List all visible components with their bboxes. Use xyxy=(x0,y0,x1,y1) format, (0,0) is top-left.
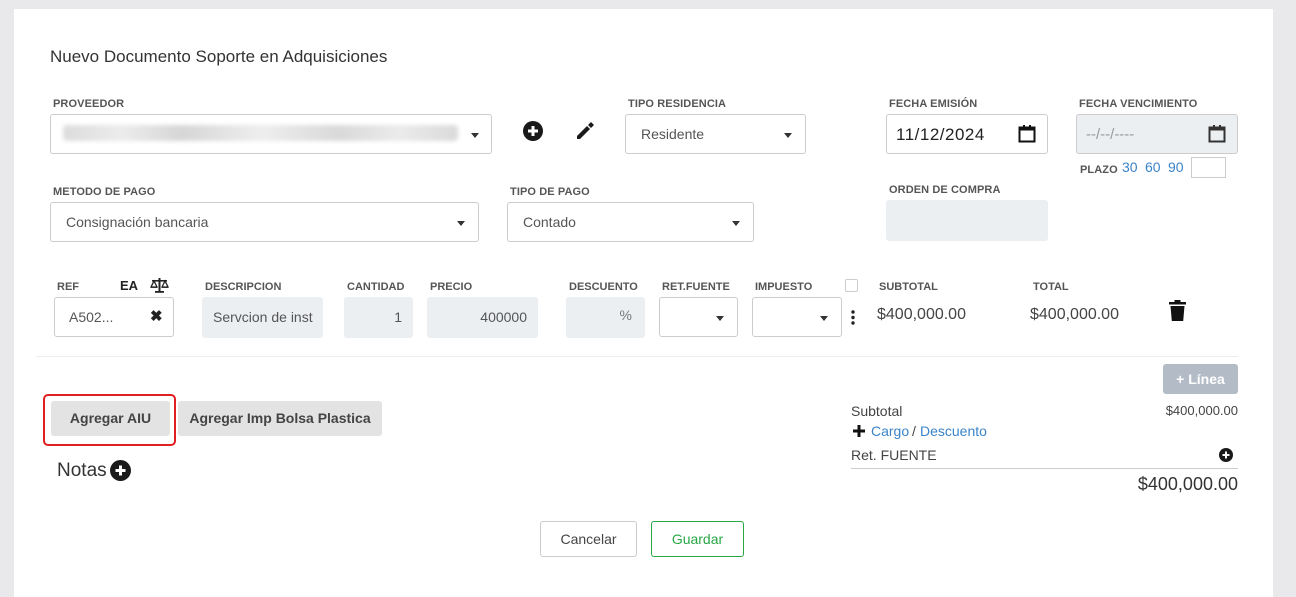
chevron-down-icon xyxy=(457,221,465,226)
summary-ret-fuente-label: Ret. FUENTE xyxy=(851,447,937,463)
metodo-pago-label: METODO DE PAGO xyxy=(53,186,156,198)
add-proveedor-icon[interactable] xyxy=(522,120,544,142)
cargo-link[interactable]: Cargo xyxy=(871,423,909,439)
chevron-down-icon xyxy=(471,133,479,138)
tipo-residencia-value: Residente xyxy=(641,126,705,142)
agregar-bolsa-button[interactable]: Agregar Imp Bolsa Plastica xyxy=(178,401,382,436)
row-divider xyxy=(36,356,1238,357)
agregar-aiu-button[interactable]: Agregar AIU xyxy=(51,401,170,436)
proveedor-value-redacted xyxy=(63,125,458,141)
fecha-emision-label: FECHA EMISIÓN xyxy=(889,98,978,110)
metodo-pago-select[interactable]: Consignación bancaria xyxy=(50,202,479,242)
tipo-pago-select[interactable]: Contado xyxy=(507,202,754,242)
line-descripcion-input[interactable]: Servcion de inst xyxy=(202,297,323,338)
line-cantidad-value: 1 xyxy=(394,309,402,325)
plazo-60-link[interactable]: 60 xyxy=(1145,159,1161,175)
plazo-label: PLAZO xyxy=(1080,164,1118,176)
proveedor-label: PROVEEDOR xyxy=(53,98,125,110)
cargo-descuento-separator: / xyxy=(912,423,916,439)
col-precio: PRECIO xyxy=(430,281,473,293)
scale-balance-icon[interactable] xyxy=(149,277,170,298)
plazo-days-input[interactable] xyxy=(1191,157,1226,178)
fecha-emision-value: 11/12/2024 xyxy=(896,125,985,144)
col-subtotal: SUBTOTAL xyxy=(879,281,938,293)
fecha-vencimiento-label: FECHA VENCIMIENTO xyxy=(1079,98,1198,110)
tipo-residencia-select[interactable]: Residente xyxy=(625,114,806,154)
descuento-link[interactable]: Descuento xyxy=(920,423,987,439)
summary-total-value: $400,000.00 xyxy=(1137,474,1238,494)
line-impuesto-select[interactable] xyxy=(752,297,842,337)
select-all-checkbox[interactable] xyxy=(845,279,858,292)
col-impuesto: IMPUESTO xyxy=(755,281,813,293)
chevron-down-icon xyxy=(716,316,724,321)
col-ea: EA xyxy=(120,278,139,293)
fecha-emision-input[interactable]: 11/12/2024 xyxy=(886,114,1048,154)
percent-icon: % xyxy=(619,307,632,323)
orden-compra-input[interactable] xyxy=(886,200,1048,241)
line-ret-fuente-select[interactable] xyxy=(659,297,738,337)
add-retencion-icon[interactable] xyxy=(1219,448,1233,467)
summary-subtotal-label: Subtotal xyxy=(851,403,903,419)
add-line-button[interactable]: + Línea xyxy=(1163,364,1238,394)
trash-icon[interactable] xyxy=(1169,300,1186,326)
metodo-pago-value: Consignación bancaria xyxy=(66,214,209,230)
cancel-button[interactable]: Cancelar xyxy=(540,521,637,557)
orden-compra-label: ORDEN DE COMPRA xyxy=(889,184,1001,196)
chevron-down-icon xyxy=(820,316,828,321)
line-descripcion-value: Servcion de inst xyxy=(213,309,313,325)
line-total-value: $400,000.00 xyxy=(1030,306,1119,323)
col-descuento: DESCUENTO xyxy=(569,281,638,293)
tipo-residencia-label: TIPO RESIDENCIA xyxy=(628,98,727,110)
plus-icon xyxy=(853,424,865,442)
summary-subtotal-value: $400,000.00 xyxy=(1165,403,1238,418)
tipo-pago-value: Contado xyxy=(523,214,576,230)
line-descuento-input[interactable]: % xyxy=(566,297,645,338)
edit-pencil-icon[interactable] xyxy=(574,120,596,142)
fecha-vencimiento-placeholder: --/--/---- xyxy=(1086,126,1135,143)
plazo-90-link[interactable]: 90 xyxy=(1168,159,1184,175)
line-precio-value: 400000 xyxy=(480,309,527,325)
col-cantidad: CANTIDAD xyxy=(347,281,405,293)
col-ret-fuente: RET.FUENTE xyxy=(662,281,730,293)
line-ref-value: A502... xyxy=(69,309,114,325)
page-title: Nuevo Documento Soporte en Adquisiciones xyxy=(50,47,388,66)
line-ref-input[interactable]: A502... ✖ xyxy=(54,297,174,337)
col-ref: REF xyxy=(57,281,79,293)
kebab-menu-icon[interactable] xyxy=(851,310,855,325)
calendar-icon[interactable] xyxy=(1208,125,1226,148)
chevron-down-icon xyxy=(784,133,792,138)
col-descripcion: DESCRIPCION xyxy=(205,281,282,293)
notas-label: Notas xyxy=(57,460,107,481)
col-total: TOTAL xyxy=(1033,281,1069,293)
tipo-pago-label: TIPO DE PAGO xyxy=(510,186,590,198)
add-notas-icon[interactable] xyxy=(110,460,131,486)
save-button[interactable]: Guardar xyxy=(651,521,744,557)
line-cantidad-input[interactable]: 1 xyxy=(344,297,413,338)
line-subtotal-value: $400,000.00 xyxy=(877,306,966,323)
fecha-vencimiento-input[interactable]: --/--/---- xyxy=(1076,114,1238,154)
clear-x-icon[interactable]: ✖ xyxy=(150,307,163,325)
plazo-30-link[interactable]: 30 xyxy=(1122,159,1138,175)
line-precio-input[interactable]: 400000 xyxy=(427,297,538,338)
chevron-down-icon xyxy=(732,221,740,226)
calendar-icon[interactable] xyxy=(1018,125,1036,148)
proveedor-select[interactable] xyxy=(50,114,492,154)
summary-divider xyxy=(851,468,1238,469)
